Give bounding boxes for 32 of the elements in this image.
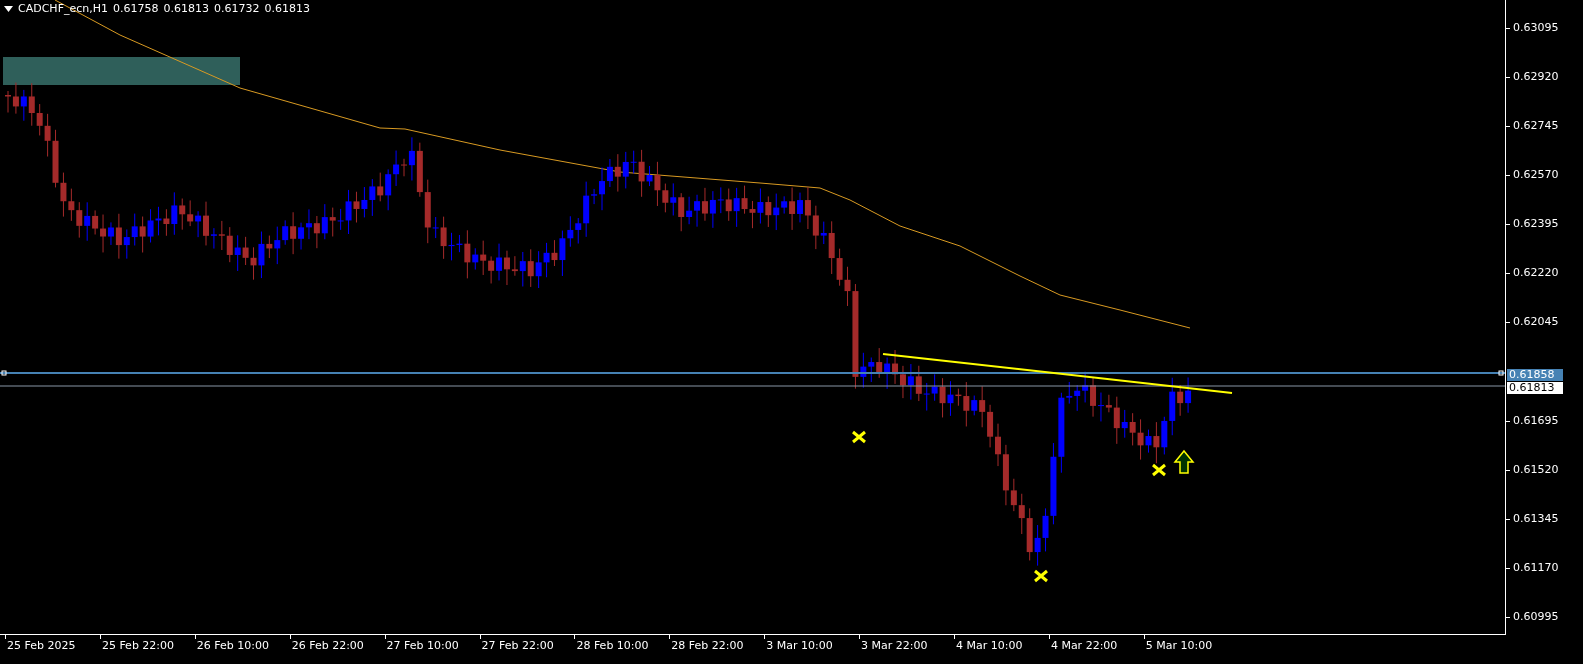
- price-tag: 0.61858: [1507, 368, 1563, 381]
- time-axis-label: 4 Mar 10:00: [956, 640, 1023, 651]
- time-axis-label: 27 Feb 10:00: [386, 640, 459, 651]
- time-axis-label: 26 Feb 10:00: [196, 640, 269, 651]
- time-axis-label: 26 Feb 22:00: [291, 640, 364, 651]
- dropdown-triangle-icon[interactable]: [4, 5, 13, 12]
- time-axis-label: 27 Feb 22:00: [481, 640, 554, 651]
- price-axis-label: 0.62220: [1513, 267, 1559, 279]
- price-axis-label: 0.62745: [1513, 120, 1559, 132]
- price-axis-label: 0.62920: [1513, 71, 1559, 83]
- price-axis-label: 0.63095: [1513, 22, 1559, 33]
- price-axis-label: 0.61520: [1513, 463, 1559, 475]
- price-tag: 0.61813: [1507, 381, 1563, 394]
- time-axis-label: 5 Mar 10:00: [1145, 640, 1213, 651]
- time-axis-label: 4 Mar 22:00: [1050, 640, 1118, 651]
- price-quote: 0.61732: [214, 3, 260, 14]
- price-axis-label: 0.61345: [1513, 512, 1559, 524]
- price-quote: 0.61813: [163, 3, 209, 14]
- price-axis-label: 0.62045: [1513, 316, 1559, 328]
- price-quote: 0.61813: [264, 3, 310, 14]
- price-axis-label: 0.62395: [1513, 218, 1559, 230]
- price-axis-label: 0.61695: [1513, 414, 1559, 426]
- price-quote: 0.61758: [113, 3, 159, 14]
- time-axis-label: 3 Mar 10:00: [766, 640, 833, 651]
- price-axis-label: 0.62570: [1513, 169, 1559, 181]
- price-axis-label: 0.60995: [1513, 610, 1559, 622]
- time-axis-label: 25 Feb 2025: [7, 640, 76, 651]
- time-axis-label: 28 Feb 10:00: [576, 640, 649, 651]
- price-axis-label: 0.61170: [1513, 561, 1559, 573]
- time-axis-label: 3 Mar 22:00: [861, 640, 928, 651]
- time-axis-label: 25 Feb 22:00: [101, 640, 175, 651]
- time-axis-label: 28 Feb 22:00: [671, 640, 744, 651]
